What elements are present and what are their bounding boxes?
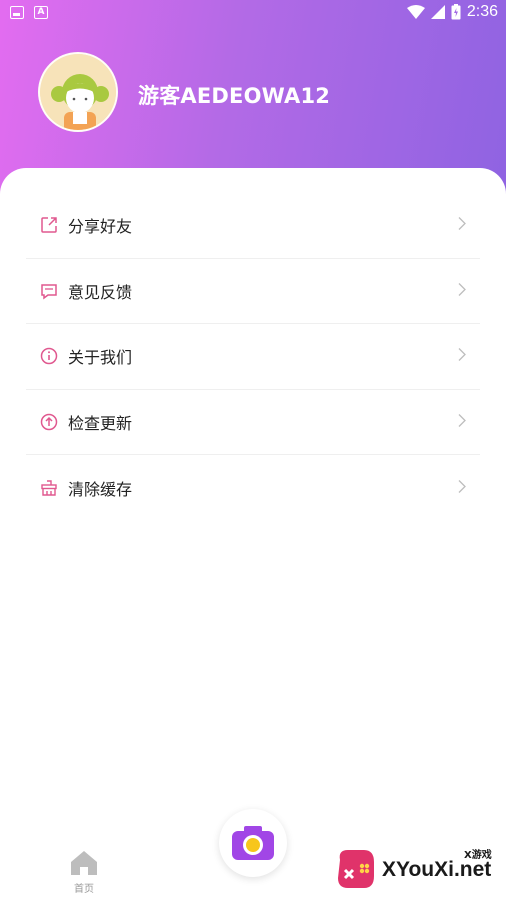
menu-item-label: 意见反馈 bbox=[68, 282, 133, 302]
camera-button[interactable] bbox=[219, 809, 287, 877]
share-icon bbox=[40, 216, 58, 234]
settings-menu: 分享好友 意见反馈 关于我们 检查更新 清除缓存 bbox=[26, 193, 480, 521]
gallery-notification-icon bbox=[10, 6, 24, 19]
menu-item-about[interactable]: 关于我们 bbox=[26, 324, 480, 390]
menu-item-update[interactable]: 检查更新 bbox=[26, 390, 480, 455]
tab-home-label: 首页 bbox=[74, 884, 94, 895]
camera-icon bbox=[232, 826, 274, 860]
app-notification-icon: A bbox=[34, 6, 48, 19]
battery-icon bbox=[451, 4, 461, 20]
chevron-right-icon bbox=[458, 347, 466, 366]
menu-item-label: 检查更新 bbox=[68, 413, 133, 433]
avatar[interactable] bbox=[38, 52, 118, 132]
home-icon bbox=[71, 851, 97, 875]
clock: 2:36 bbox=[466, 3, 498, 20]
menu-item-label: 清除缓存 bbox=[68, 479, 133, 499]
info-icon bbox=[40, 347, 58, 365]
watermark: X游戏 XYouXi.net bbox=[334, 838, 506, 900]
menu-item-share[interactable]: 分享好友 bbox=[26, 193, 480, 259]
chevron-right-icon bbox=[458, 216, 466, 235]
wifi-icon bbox=[406, 5, 425, 19]
clear-cache-icon bbox=[40, 479, 58, 497]
gamepad-logo-icon bbox=[338, 850, 374, 888]
feedback-icon bbox=[40, 282, 58, 300]
signal-icon bbox=[430, 5, 445, 19]
menu-item-label: 关于我们 bbox=[68, 348, 133, 368]
chevron-right-icon bbox=[458, 478, 466, 497]
status-bar: A 2:36 bbox=[0, 0, 506, 26]
menu-item-label: 分享好友 bbox=[68, 217, 133, 237]
menu-item-feedback[interactable]: 意见反馈 bbox=[26, 259, 480, 324]
username: 游客AEDEOWA12 bbox=[138, 84, 331, 108]
menu-item-clear-cache[interactable]: 清除缓存 bbox=[26, 455, 480, 521]
girl-avatar-icon bbox=[40, 54, 116, 130]
chevron-right-icon bbox=[458, 281, 466, 300]
update-icon bbox=[40, 413, 58, 431]
watermark-text: XYouXi.net bbox=[382, 858, 492, 881]
chevron-right-icon bbox=[458, 412, 466, 431]
tab-home[interactable]: 首页 bbox=[62, 850, 106, 896]
